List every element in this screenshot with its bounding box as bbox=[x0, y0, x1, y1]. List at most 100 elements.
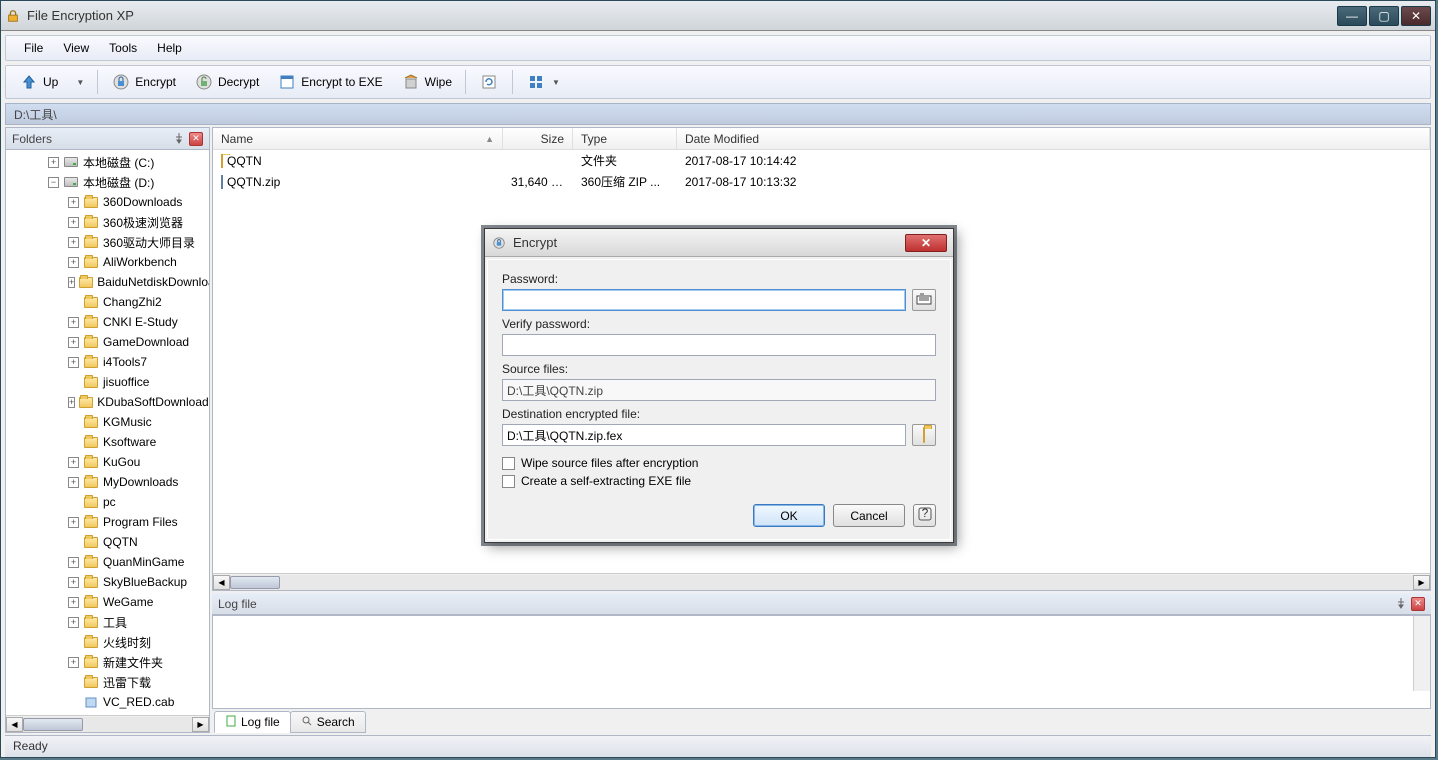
scroll-track[interactable] bbox=[230, 575, 1413, 590]
col-name[interactable]: Name▲ bbox=[213, 128, 503, 149]
maximize-button[interactable]: ▢ bbox=[1369, 6, 1399, 26]
tree-node-folder[interactable]: +360极速浏览器 bbox=[8, 212, 207, 232]
scroll-right-icon[interactable]: ▶ bbox=[192, 717, 209, 732]
tree-node-folder[interactable]: +新建文件夹 bbox=[8, 652, 207, 672]
password-input[interactable] bbox=[502, 289, 906, 311]
tree-node-folder[interactable]: ChangZhi2 bbox=[8, 292, 207, 312]
log-vscrollbar[interactable] bbox=[1413, 616, 1430, 691]
verify-password-input[interactable] bbox=[502, 334, 936, 356]
sfx-checkbox-row[interactable]: Create a self-extracting EXE file bbox=[502, 474, 936, 488]
file-row[interactable]: QQTN文件夹2017-08-17 10:14:42 bbox=[213, 150, 1430, 171]
wipe-checkbox-row[interactable]: Wipe source files after encryption bbox=[502, 456, 936, 470]
dialog-close-button[interactable]: ✕ bbox=[905, 234, 947, 252]
expand-icon[interactable]: + bbox=[68, 657, 79, 668]
file-row[interactable]: QQTN.zip31,640 KB360压缩 ZIP ...2017-08-17… bbox=[213, 171, 1430, 192]
expand-icon[interactable]: + bbox=[68, 597, 79, 608]
filelist-hscrollbar[interactable]: ◀ ▶ bbox=[213, 573, 1430, 590]
pin-icon[interactable] bbox=[1395, 597, 1409, 611]
tree-node-folder[interactable]: +AliWorkbench bbox=[8, 252, 207, 272]
wipe-button[interactable]: Wipe bbox=[394, 68, 459, 96]
tool-button-1[interactable] bbox=[472, 68, 506, 96]
tree-node-folder[interactable]: +SkyBlueBackup bbox=[8, 572, 207, 592]
tree-node-folder[interactable]: +i4Tools7 bbox=[8, 352, 207, 372]
tree-node-folder[interactable]: KGMusic bbox=[8, 412, 207, 432]
expand-icon[interactable]: + bbox=[68, 477, 79, 488]
tab-log-file[interactable]: Log file bbox=[214, 711, 291, 733]
expand-icon[interactable]: + bbox=[68, 517, 79, 528]
panel-close-button[interactable]: ✕ bbox=[1411, 597, 1425, 611]
view-button[interactable]: ▼ bbox=[519, 68, 567, 96]
expand-icon[interactable]: + bbox=[68, 457, 79, 468]
ok-button[interactable]: OK bbox=[753, 504, 825, 527]
tree-node-folder[interactable]: +GameDownload bbox=[8, 332, 207, 352]
encrypt-exe-button[interactable]: Encrypt to EXE bbox=[270, 68, 389, 96]
expand-icon[interactable]: + bbox=[68, 337, 79, 348]
tree-node-folder[interactable]: +MyDownloads bbox=[8, 472, 207, 492]
expand-icon[interactable]: + bbox=[68, 317, 79, 328]
tree-node-folder[interactable]: +KuGou bbox=[8, 452, 207, 472]
tab-search[interactable]: Search bbox=[290, 711, 366, 733]
address-bar[interactable]: D:\工具\ bbox=[5, 103, 1431, 125]
tree-node-folder[interactable]: pc bbox=[8, 492, 207, 512]
tree-node-folder[interactable]: +360驱动大师目录 bbox=[8, 232, 207, 252]
tree-node-folder[interactable]: +KDubaSoftDownload bbox=[8, 392, 207, 412]
panel-close-button[interactable]: ✕ bbox=[189, 132, 203, 146]
expand-icon[interactable]: + bbox=[68, 237, 79, 248]
tree-node-folder[interactable]: +WeGame bbox=[8, 592, 207, 612]
menu-file[interactable]: File bbox=[14, 38, 53, 58]
col-type[interactable]: Type bbox=[573, 128, 677, 149]
scroll-left-icon[interactable]: ◀ bbox=[213, 575, 230, 590]
expand-icon[interactable]: + bbox=[68, 617, 79, 628]
tree-node-folder[interactable]: jisuoffice bbox=[8, 372, 207, 392]
tree-node-file[interactable]: VC_RED.cab bbox=[8, 692, 207, 712]
tree-node-drive-d[interactable]: − 本地磁盘 (D:) bbox=[8, 172, 207, 192]
up-button[interactable]: Up bbox=[12, 68, 65, 96]
scroll-thumb[interactable] bbox=[230, 576, 280, 589]
keyboard-button[interactable] bbox=[912, 289, 936, 311]
expand-icon[interactable]: + bbox=[68, 397, 75, 408]
destination-input[interactable] bbox=[502, 424, 906, 446]
tree-node-folder[interactable]: +QuanMinGame bbox=[8, 552, 207, 572]
menu-tools[interactable]: Tools bbox=[99, 38, 147, 58]
sfx-checkbox[interactable] bbox=[502, 475, 515, 488]
tree-hscrollbar[interactable]: ◀ ▶ bbox=[6, 715, 209, 732]
expand-icon[interactable]: + bbox=[48, 157, 59, 168]
scroll-track[interactable] bbox=[23, 717, 192, 732]
log-body[interactable] bbox=[212, 615, 1431, 709]
wipe-checkbox[interactable] bbox=[502, 457, 515, 470]
menu-view[interactable]: View bbox=[53, 38, 99, 58]
tree-node-folder[interactable]: QQTN bbox=[8, 532, 207, 552]
up-dropdown[interactable]: ▼ bbox=[69, 74, 91, 91]
expand-icon[interactable]: + bbox=[68, 217, 79, 228]
dialog-titlebar[interactable]: Encrypt ✕ bbox=[485, 229, 953, 257]
browse-button[interactable] bbox=[912, 424, 936, 446]
scroll-right-icon[interactable]: ▶ bbox=[1413, 575, 1430, 590]
tree-node-folder[interactable]: +BaiduNetdiskDownload bbox=[8, 272, 207, 292]
expand-icon[interactable]: + bbox=[68, 277, 75, 288]
expand-icon[interactable]: + bbox=[68, 257, 79, 268]
source-files-input[interactable] bbox=[502, 379, 936, 401]
menu-help[interactable]: Help bbox=[147, 38, 192, 58]
tree-node-folder[interactable]: +CNKI E-Study bbox=[8, 312, 207, 332]
expand-icon[interactable]: + bbox=[68, 357, 79, 368]
expand-icon[interactable]: + bbox=[68, 197, 79, 208]
tree-node-drive-c[interactable]: + 本地磁盘 (C:) bbox=[8, 152, 207, 172]
scroll-thumb[interactable] bbox=[23, 718, 83, 731]
collapse-icon[interactable]: − bbox=[48, 177, 59, 188]
scroll-left-icon[interactable]: ◀ bbox=[6, 717, 23, 732]
folder-tree[interactable]: + 本地磁盘 (C:) − 本地磁盘 (D:) +360Downloads+36… bbox=[6, 150, 209, 715]
decrypt-button[interactable]: Decrypt bbox=[187, 68, 266, 96]
col-date[interactable]: Date Modified bbox=[677, 128, 1430, 149]
tree-node-folder[interactable]: +360Downloads bbox=[8, 192, 207, 212]
tree-node-folder[interactable]: Ksoftware bbox=[8, 432, 207, 452]
encrypt-button[interactable]: Encrypt bbox=[104, 68, 183, 96]
tree-node-folder[interactable]: +工具 bbox=[8, 612, 207, 632]
expand-icon[interactable]: + bbox=[68, 557, 79, 568]
tree-node-folder[interactable]: 迅雷下载 bbox=[8, 672, 207, 692]
col-size[interactable]: Size bbox=[503, 128, 573, 149]
pin-icon[interactable] bbox=[173, 132, 187, 146]
help-button[interactable]: ? bbox=[913, 504, 936, 527]
cancel-button[interactable]: Cancel bbox=[833, 504, 905, 527]
minimize-button[interactable]: — bbox=[1337, 6, 1367, 26]
tree-node-folder[interactable]: 火线时刻 bbox=[8, 632, 207, 652]
